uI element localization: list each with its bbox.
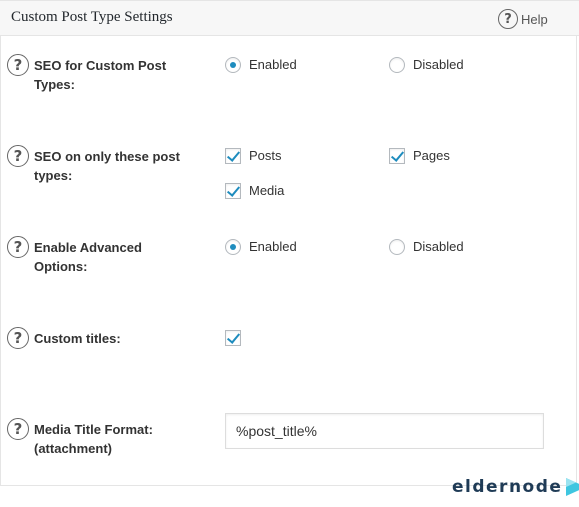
- help-question-icon[interactable]: ?: [7, 236, 29, 258]
- panel-header: Custom Post Type Settings ? Help: [0, 0, 579, 36]
- question-icon: ?: [498, 9, 518, 29]
- help-question-icon[interactable]: ?: [7, 54, 29, 76]
- radio-disabled-label: Disabled: [413, 57, 464, 72]
- media-title-format-input[interactable]: [225, 413, 544, 449]
- setting-label: Enable Advanced Options:: [34, 240, 142, 274]
- checkbox-pages[interactable]: [389, 148, 405, 164]
- setting-label: Media Title Format: (attachment): [34, 422, 153, 456]
- panel-title: Custom Post Type Settings: [11, 9, 173, 25]
- help-question-icon[interactable]: ?: [7, 327, 29, 349]
- eldernode-watermark: eldernode: [452, 472, 579, 502]
- radio-disabled-label: Disabled: [413, 239, 464, 254]
- radio-disabled[interactable]: [389, 239, 405, 255]
- checkbox-posts[interactable]: [225, 148, 241, 164]
- checkbox-custom-titles[interactable]: [225, 330, 241, 346]
- setting-label: Custom titles:: [34, 331, 121, 346]
- setting-label: SEO on only these post types:: [34, 149, 180, 183]
- play-arrow-logo-icon: [566, 478, 579, 496]
- checkbox-pages-label: Pages: [413, 148, 450, 163]
- checkbox-media-label: Media: [249, 183, 285, 198]
- setting-label: SEO for Custom Post Types:: [34, 58, 167, 92]
- help-question-icon[interactable]: ?: [7, 418, 29, 440]
- watermark-text: eldernode: [452, 477, 563, 497]
- help-label: Help: [521, 11, 548, 27]
- radio-enabled[interactable]: [225, 57, 241, 73]
- help-button[interactable]: ? Help: [498, 8, 548, 30]
- checkbox-posts-label: Posts: [249, 148, 282, 163]
- radio-disabled[interactable]: [389, 57, 405, 73]
- radio-enabled-label: Enabled: [249, 57, 297, 72]
- help-question-icon[interactable]: ?: [7, 145, 29, 167]
- checkbox-media[interactable]: [225, 183, 241, 199]
- radio-enabled[interactable]: [225, 239, 241, 255]
- radio-enabled-label: Enabled: [249, 239, 297, 254]
